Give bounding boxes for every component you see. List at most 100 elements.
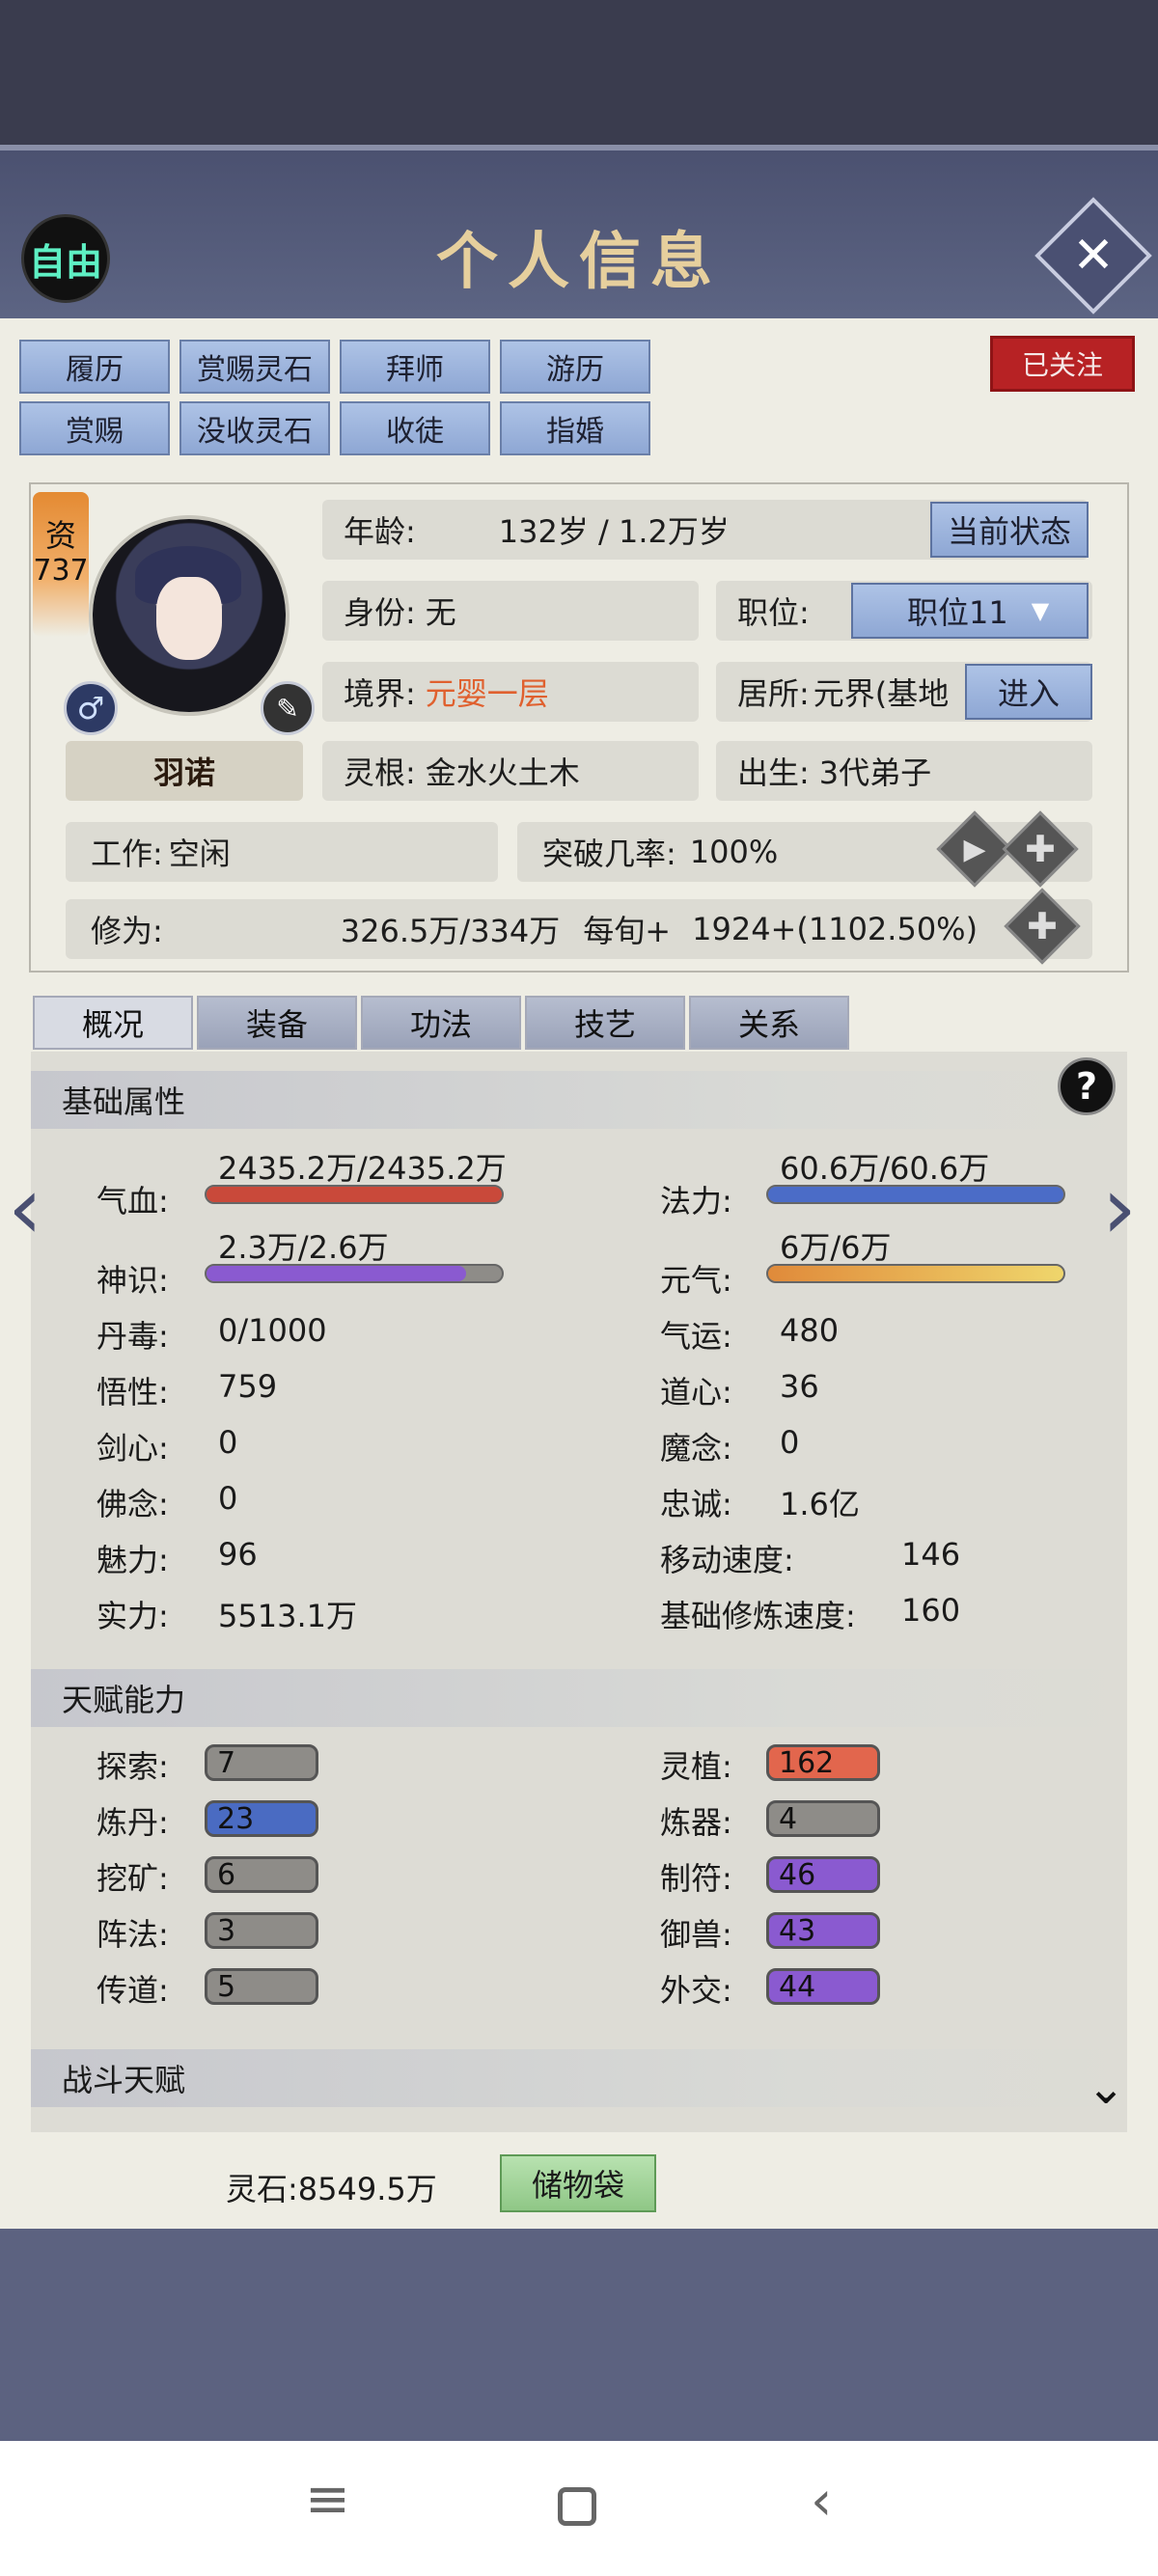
stat-label: 魅力: [96, 1542, 169, 1578]
page-title: 个人信息 [436, 226, 722, 298]
position-dropdown[interactable]: 职位11 ▼ [851, 583, 1089, 639]
overview-content [31, 1052, 1127, 2132]
talent-header: 天赋能力 [31, 1669, 1127, 1727]
cultivation-field: 修为: 326.5万/334万 每旬+ 1924+(1102.50%) [66, 899, 1092, 959]
reward-stone-button[interactable]: 赏赐灵石 [179, 340, 330, 394]
stat-label: 实力: [96, 1598, 169, 1634]
stat-label: 丹毒: [96, 1318, 169, 1355]
talent-label: 外交: [660, 1972, 732, 2009]
talent-label: 炼丹: [96, 1804, 169, 1841]
identity-label: 身份: [344, 594, 416, 631]
plus-icon[interactable]: ✚ [1013, 822, 1067, 876]
talent-pill: 4 [766, 1800, 880, 1837]
breakthrough-label: 突破几率: [542, 836, 676, 872]
aptitude-label: 资 [44, 517, 76, 554]
chevron-down-icon[interactable]: ⌄ [1087, 2061, 1125, 2115]
storage-bag-button[interactable]: 储物袋 [500, 2154, 656, 2212]
shenshi-label: 神识: [96, 1262, 169, 1299]
stat-label: 佛念: [96, 1486, 169, 1522]
talent-label: 传道: [96, 1972, 169, 2009]
spirit-root-value: 金水火土木 [425, 754, 580, 791]
stat-value: 0 [218, 1480, 238, 1517]
menu-icon[interactable]: ≡ [305, 2468, 350, 2531]
tab-equipment[interactable]: 装备 [197, 996, 357, 1050]
stat-value: 146 [901, 1536, 961, 1573]
breakthrough-value: 100% [689, 834, 779, 870]
realm-field: 境界: 元婴一层 [322, 662, 699, 722]
talent-label: 御兽: [660, 1916, 732, 1953]
stat-value: 0/1000 [218, 1312, 327, 1349]
aptitude-value: 737 [33, 554, 89, 588]
spirit-root-label: 灵根: [344, 754, 416, 791]
tab-overview[interactable]: 概况 [33, 996, 193, 1050]
talent-label: 挖矿: [96, 1860, 169, 1897]
fali-label: 法力: [660, 1183, 732, 1219]
qixue-value: 2435.2万/2435.2万 [218, 1150, 507, 1187]
edit-icon[interactable]: ✎ [261, 681, 315, 735]
tab-relations[interactable]: 关系 [689, 996, 849, 1050]
character-name: 羽诺 [66, 741, 303, 801]
stat-label: 道心: [660, 1374, 732, 1411]
travel-button[interactable]: 游历 [500, 340, 650, 394]
age-value: 132岁 / 1.2万岁 [498, 513, 730, 550]
stat-label: 移动速度: [660, 1542, 794, 1578]
stat-value: 759 [218, 1368, 278, 1405]
followed-badge[interactable]: 已关注 [990, 336, 1135, 392]
qixue-bar [205, 1185, 504, 1204]
spirit-root-field: 灵根: 金水火土木 [322, 741, 699, 801]
status-area [0, 0, 1158, 145]
stat-label: 悟性: [96, 1374, 169, 1411]
residence-value: 元界(基地 [813, 675, 950, 712]
current-status-button[interactable]: 当前状态 [930, 502, 1089, 558]
plus-icon[interactable]: ✚ [1015, 899, 1069, 953]
cultivation-value: 326.5万/334万 [340, 913, 561, 949]
position-label: 职位: [737, 594, 810, 631]
prev-arrow-icon[interactable]: ‹ [8, 1158, 42, 1259]
stat-value: 0 [218, 1424, 238, 1461]
stat-value: 480 [780, 1312, 840, 1349]
arrange-marriage-button[interactable]: 指婚 [500, 401, 650, 455]
stat-label: 忠诚: [660, 1486, 732, 1522]
talent-label: 阵法: [96, 1916, 169, 1953]
enter-button[interactable]: 进入 [965, 664, 1092, 720]
home-icon[interactable] [558, 2487, 596, 2526]
cultivation-label: 修为: [91, 913, 163, 949]
talent-pill: 44 [766, 1968, 880, 2005]
talent-pill: 162 [766, 1744, 880, 1781]
tab-skills[interactable]: 功法 [361, 996, 521, 1050]
stat-label: 气运: [660, 1318, 732, 1355]
stat-value: 160 [901, 1592, 961, 1629]
take-disciple-button[interactable]: 收徒 [340, 401, 490, 455]
stat-value: 0 [780, 1424, 800, 1461]
per-period-value: 1924+(1102.50%) [692, 911, 979, 947]
system-nav-bar: ≡ ‹ [0, 2441, 1158, 2576]
talent-pill: 46 [766, 1856, 880, 1893]
apprentice-button[interactable]: 拜师 [340, 340, 490, 394]
talent-pill: 23 [205, 1800, 318, 1837]
close-icon[interactable]: ✕ [1052, 214, 1135, 297]
tab-arts[interactable]: 技艺 [525, 996, 685, 1050]
talent-pill: 43 [766, 1912, 880, 1949]
shenshi-bar [205, 1264, 504, 1283]
stat-value: 36 [780, 1368, 819, 1405]
next-arrow-icon[interactable]: › [1102, 1158, 1137, 1259]
talent-label: 制符: [660, 1860, 732, 1897]
panel-footer-bg [0, 2229, 1158, 2441]
reward-button[interactable]: 赏赐 [19, 401, 170, 455]
birth-value: 3代弟子 [818, 754, 932, 791]
per-period-label: 每旬+ [583, 913, 672, 949]
birth-field: 出生: 3代弟子 [716, 741, 1092, 801]
play-icon[interactable]: ▶ [948, 822, 1002, 876]
identity-value: 无 [425, 594, 456, 631]
help-icon[interactable]: ? [1058, 1057, 1116, 1115]
back-icon[interactable]: ‹ [811, 2470, 832, 2533]
resume-button[interactable]: 履历 [19, 340, 170, 394]
confiscate-stone-button[interactable]: 没收灵石 [179, 401, 330, 455]
chevron-down-icon: ▼ [1031, 597, 1050, 624]
talent-pill: 7 [205, 1744, 318, 1781]
realm-label: 境界: [344, 675, 416, 712]
stat-label: 基础修炼速度: [660, 1598, 856, 1634]
talent-label: 探索: [96, 1748, 169, 1785]
combat-talent-header: 战斗天赋 [31, 2049, 1127, 2107]
position-value: 职位11 [907, 594, 1008, 631]
